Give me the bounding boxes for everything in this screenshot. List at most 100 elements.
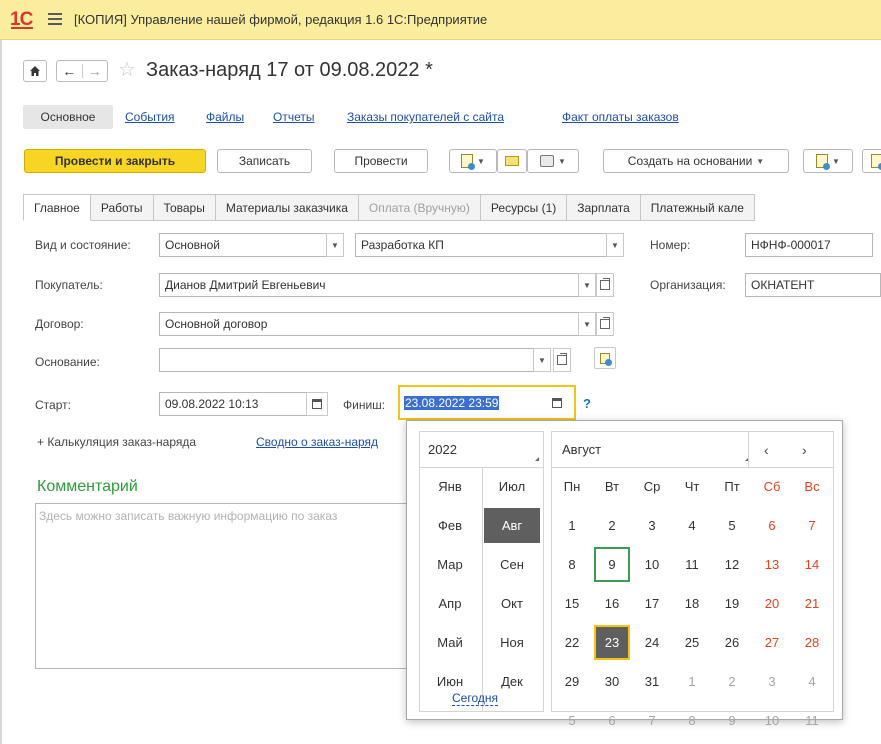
day-cell[interactable]: 21 [794,586,830,621]
post-button[interactable]: Провести [334,149,428,173]
home-button[interactable] [23,60,47,82]
help-icon[interactable]: ? [583,396,591,411]
day-cell[interactable]: 29 [554,664,590,699]
tab-goods[interactable]: Товары [153,194,216,221]
start-field[interactable]: 09.08.2022 10:13 [159,392,307,416]
section-site-orders[interactable]: Заказы покупателей с сайта [347,110,504,124]
back-button[interactable]: ← [57,61,82,81]
contract-field[interactable]: Основной договор [159,312,579,336]
state-dropdown-button[interactable]: ▼ [606,233,624,257]
day-cell[interactable]: 2 [714,664,750,699]
day-cell[interactable]: 1 [554,508,590,543]
tab-salary[interactable]: Зарплата [567,194,641,221]
day-cell[interactable]: 22 [554,625,590,660]
day-cell[interactable]: 19 [714,586,750,621]
section-files[interactable]: Файлы [206,110,244,124]
basis-dropdown-button[interactable]: ▼ [533,348,551,372]
day-cell[interactable]: 10 [754,703,790,738]
day-cell[interactable]: 20 [754,586,790,621]
calendar-icon[interactable] [552,397,562,408]
day-cell[interactable]: 30 [594,664,630,699]
month-cell[interactable]: Сен [484,547,540,582]
section-payment-fact[interactable]: Факт оплаты заказов [562,110,679,124]
basis-open-button[interactable] [553,348,571,372]
save-button[interactable]: Записать [217,149,312,173]
favorite-star-icon[interactable]: ☆ [118,57,136,82]
day-cell[interactable]: 3 [634,508,670,543]
tab-customer-materials[interactable]: Материалы заказчика [215,194,359,221]
day-cell[interactable]: 9 [714,703,750,738]
create-based-on-button[interactable]: Создать на основании ▼ [603,149,789,173]
state-field[interactable]: Разработка КП [355,233,607,257]
day-cell[interactable]: 28 [794,625,830,660]
month-cell[interactable]: Мар [421,546,479,583]
day-cell[interactable]: 27 [754,625,790,660]
basis-field[interactable] [159,348,534,372]
calc-expand-button[interactable]: + Калькуляция заказ-наряда [37,435,196,449]
day-cell[interactable]: 26 [714,625,750,660]
basis-fill-button[interactable] [594,347,616,369]
month-cell[interactable]: Янв [421,468,479,505]
prev-month-button[interactable]: ‹ [764,442,769,458]
start-calendar-button[interactable] [306,392,328,416]
reports-button[interactable]: ▼ [803,149,853,173]
finish-field[interactable]: 23.08.2022 23:59 [398,385,576,420]
organization-field[interactable]: ОКНАТЕНТ [745,273,881,297]
day-cell[interactable]: 24 [634,625,670,660]
contract-open-button[interactable] [596,312,614,336]
month-cell[interactable]: Июл [484,469,540,504]
menu-icon[interactable] [48,13,62,25]
customer-open-button[interactable] [596,273,614,297]
day-cell[interactable]: 23 [594,625,630,660]
email-button[interactable] [497,149,527,173]
number-field[interactable]: НФНФ-000017 [745,233,873,257]
month-cell[interactable]: Ноя [484,625,540,660]
customer-dropdown-button[interactable]: ▼ [578,273,596,297]
day-cell[interactable]: 1 [674,664,710,699]
section-reports[interactable]: Отчеты [273,110,314,124]
day-cell[interactable]: 5 [554,703,590,738]
day-cell[interactable]: 25 [674,625,710,660]
day-cell[interactable]: 17 [634,586,670,621]
next-month-button[interactable]: › [802,442,807,458]
day-cell[interactable]: 6 [754,508,790,543]
day-cell[interactable]: 7 [794,508,830,543]
day-cell[interactable]: 4 [794,664,830,699]
month-selector[interactable]: Август [562,442,601,457]
forward-button[interactable]: → [82,61,107,81]
print-forms-button[interactable]: ▼ [449,149,497,173]
day-cell[interactable]: 5 [714,508,750,543]
day-cell[interactable]: 31 [634,664,670,699]
print-button[interactable]: ▼ [527,149,579,173]
day-cell[interactable]: 16 [594,586,630,621]
tab-payment[interactable]: Оплата (Вручную) [358,194,481,221]
tab-payment-calendar[interactable]: Платежный кале [640,194,755,221]
day-cell[interactable]: 7 [634,703,670,738]
day-cell[interactable]: 8 [674,703,710,738]
day-cell[interactable]: 4 [674,508,710,543]
section-main[interactable]: Основное [23,105,113,129]
day-cell[interactable]: 13 [754,547,790,582]
today-link[interactable]: Сегодня [452,692,498,706]
section-events[interactable]: События [125,110,175,124]
day-cell[interactable]: 10 [634,547,670,582]
day-cell[interactable]: 8 [554,547,590,582]
day-cell[interactable]: 11 [674,547,710,582]
day-cell[interactable]: 9 [594,547,630,582]
day-cell[interactable]: 3 [754,664,790,699]
day-cell[interactable]: 15 [554,586,590,621]
comment-textarea[interactable] [35,503,410,669]
year-selector[interactable]: 2022 [420,432,543,468]
tab-main[interactable]: Главное [23,194,91,221]
post-and-close-button[interactable]: Провести и закрыть [24,149,206,173]
tab-works[interactable]: Работы [90,194,154,221]
day-cell[interactable]: 6 [594,703,630,738]
month-cell[interactable]: Окт [484,586,540,621]
month-cell[interactable]: Май [421,624,479,661]
day-cell[interactable]: 14 [794,547,830,582]
month-cell[interactable]: Апр [421,585,479,622]
day-cell[interactable]: 2 [594,508,630,543]
kind-dropdown-button[interactable]: ▼ [326,233,344,257]
month-cell[interactable]: Авг [484,508,540,543]
month-cell[interactable]: Фев [421,507,479,544]
